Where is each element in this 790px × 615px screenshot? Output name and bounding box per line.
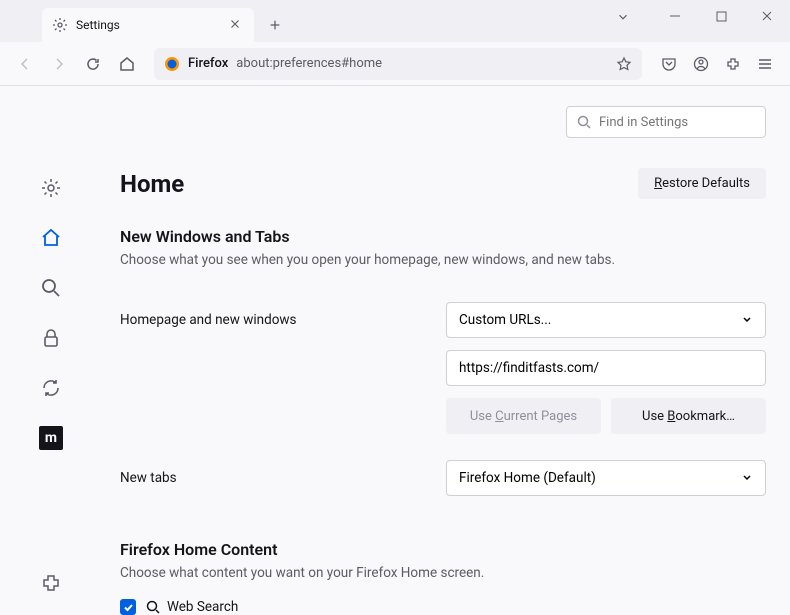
restore-defaults-button[interactable]: Restore Defaults: [638, 168, 766, 199]
use-current-pages-button[interactable]: Use Current Pages: [446, 398, 601, 434]
search-icon: [577, 115, 591, 129]
identity-label: Firefox: [188, 56, 228, 71]
sidebar-item-extensions[interactable]: [37, 569, 65, 597]
websearch-checkbox[interactable]: [120, 599, 136, 615]
sidebar-item-home[interactable]: [37, 224, 65, 252]
chevron-down-icon: [741, 314, 753, 326]
newtabs-select-value: Firefox Home (Default): [459, 470, 596, 486]
section-home-content-desc: Choose what content you want on your Fir…: [120, 565, 766, 581]
back-button[interactable]: [10, 49, 40, 79]
newtabs-select[interactable]: Firefox Home (Default): [446, 460, 766, 496]
sidebar-item-search[interactable]: [37, 274, 65, 302]
tab-settings[interactable]: Settings: [42, 8, 254, 42]
firefox-logo-icon: [164, 56, 180, 72]
section-home-content-title: Firefox Home Content: [120, 540, 766, 559]
menu-button[interactable]: [750, 49, 780, 79]
maximize-button[interactable]: [698, 0, 744, 32]
find-input[interactable]: [599, 115, 765, 130]
chevron-down-icon: [741, 472, 753, 484]
section-new-windows-title: New Windows and Tabs: [120, 227, 766, 246]
m-badge-icon: m: [39, 426, 63, 450]
bookmark-star-icon[interactable]: [616, 56, 632, 72]
new-tab-button[interactable]: [260, 10, 290, 40]
gear-icon: [52, 17, 68, 33]
section-new-windows-desc: Choose what you see when you open your h…: [120, 252, 766, 268]
tab-label: Settings: [76, 18, 228, 32]
extensions-button[interactable]: [718, 49, 748, 79]
minimize-button[interactable]: [652, 0, 698, 32]
use-bookmark-button[interactable]: Use Bookmark…: [611, 398, 766, 434]
reload-button[interactable]: [78, 49, 108, 79]
url-text: about:preferences#home: [236, 56, 608, 71]
account-button[interactable]: [686, 49, 716, 79]
websearch-label: Web Search: [167, 599, 238, 615]
tabs-dropdown-icon[interactable]: [616, 10, 630, 24]
newtabs-label: New tabs: [120, 470, 426, 486]
sidebar-item-sync[interactable]: [37, 374, 65, 402]
close-icon[interactable]: [228, 17, 244, 33]
homepage-select-value: Custom URLs...: [459, 312, 551, 328]
sidebar-item-privacy[interactable]: [37, 324, 65, 352]
homepage-select[interactable]: Custom URLs...: [446, 302, 766, 338]
search-icon: [146, 600, 160, 614]
close-window-button[interactable]: [744, 0, 790, 32]
sidebar-item-general[interactable]: [37, 174, 65, 202]
forward-button[interactable]: [44, 49, 74, 79]
home-button[interactable]: [112, 49, 142, 79]
url-bar[interactable]: Firefox about:preferences#home: [154, 48, 642, 80]
pocket-button[interactable]: [654, 49, 684, 79]
homepage-url-input[interactable]: [446, 350, 766, 386]
find-in-settings[interactable]: [566, 106, 766, 138]
page-title: Home: [120, 170, 184, 198]
homepage-label: Homepage and new windows: [120, 312, 426, 328]
sidebar-item-more[interactable]: m: [37, 424, 65, 452]
